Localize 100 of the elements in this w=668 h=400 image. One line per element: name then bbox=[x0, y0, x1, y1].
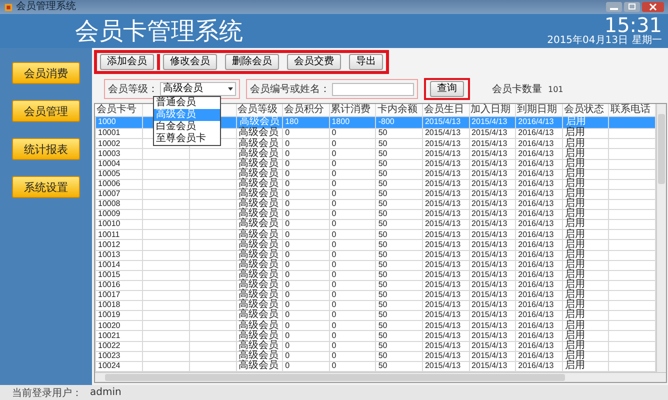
table-cell: 50 bbox=[376, 179, 422, 190]
table-cell: 2015/4/13 bbox=[469, 189, 516, 200]
close-icon[interactable] bbox=[642, 2, 664, 12]
table-cell: 10016 bbox=[96, 280, 142, 290]
table-cell: 10010 bbox=[96, 220, 142, 230]
table-cell: 0 bbox=[329, 300, 376, 311]
level-dropdown[interactable]: 高级会员 bbox=[160, 82, 236, 96]
table-cell: 50 bbox=[376, 310, 422, 321]
table-cell: 50 bbox=[376, 128, 422, 139]
toolbar-button[interactable]: 删除会员 bbox=[225, 54, 279, 70]
table-cell: 启用 bbox=[562, 310, 609, 321]
table-cell: 10015 bbox=[96, 270, 142, 280]
table-cell: 1800 bbox=[329, 116, 376, 129]
table-cell: 50 bbox=[376, 220, 422, 230]
toolbar-button[interactable]: 修改会员 bbox=[163, 54, 217, 70]
table-cell: 50 bbox=[376, 270, 422, 280]
table-cell: 2015/4/13 bbox=[422, 210, 470, 220]
table-cell: 0 bbox=[282, 300, 330, 311]
column-header: 会员积分 bbox=[282, 104, 330, 116]
vertical-scrollbar[interactable] bbox=[656, 104, 666, 372]
table-cell: 2016/4/13 bbox=[516, 260, 562, 270]
table-cell: 高级会员 bbox=[236, 189, 283, 200]
column-header: 加入日期 bbox=[469, 104, 516, 116]
table-cell: 10017 bbox=[96, 290, 142, 301]
nav-button[interactable]: 会员消费 bbox=[12, 62, 80, 84]
table-cell: 2016/4/13 bbox=[516, 320, 562, 331]
table-cell: 2016/4/13 bbox=[516, 199, 562, 210]
horizontal-scrollbar[interactable] bbox=[95, 372, 666, 382]
table-cell: 2015/4/13 bbox=[422, 270, 470, 280]
table-cell: 0 bbox=[282, 230, 330, 240]
table-cell: 50 bbox=[376, 189, 422, 200]
table-cell: 50 bbox=[376, 138, 422, 149]
toolbar-button[interactable]: 导出 bbox=[349, 54, 383, 70]
toolbar-button[interactable]: 会员交费 bbox=[287, 54, 341, 70]
app-title: 会员卡管理系统 bbox=[75, 16, 243, 47]
table-cell: 0 bbox=[282, 341, 330, 352]
table-cell: 0 bbox=[329, 128, 376, 139]
table-cell: 10005 bbox=[96, 169, 142, 180]
table-cell: 2015/4/13 bbox=[422, 169, 470, 180]
table-cell: 2016/4/13 bbox=[516, 240, 562, 250]
table-cell: 2016/4/13 bbox=[516, 330, 562, 342]
table-cell: 高级会员 bbox=[236, 138, 283, 149]
table-cell: 2015/4/13 bbox=[422, 240, 470, 250]
search-field[interactable] bbox=[332, 82, 414, 96]
nav-button[interactable]: 系统设置 bbox=[12, 176, 80, 198]
column-header: 会员卡号 bbox=[96, 104, 142, 116]
table-cell: 10006 bbox=[96, 179, 142, 190]
table-cell: 2015/4/13 bbox=[422, 116, 470, 129]
table-cell: 50 bbox=[376, 260, 422, 270]
table-cell: 0 bbox=[282, 320, 330, 331]
table-cell: 0 bbox=[329, 341, 376, 352]
table-row[interactable]: 10020 高级会员 0 0 50 2015/4/13 2015/4/13 2016/4/13 启用 bbox=[96, 320, 656, 331]
search-label: 会员编号或姓名： bbox=[250, 82, 330, 96]
table-cell: 2016/4/13 bbox=[516, 310, 562, 321]
minimize-icon[interactable] bbox=[606, 2, 622, 12]
table-cell: 0 bbox=[282, 179, 330, 190]
toolbar-button[interactable]: 添加会员 bbox=[100, 54, 154, 70]
table-cell: 0 bbox=[329, 148, 376, 160]
table-cell: 10011 bbox=[96, 230, 142, 240]
table-cell: 0 bbox=[282, 240, 330, 250]
table-cell: 高级会员 bbox=[236, 280, 283, 290]
table-cell: 2015/4/13 bbox=[469, 169, 516, 180]
nav-button[interactable]: 统计报表 bbox=[12, 138, 80, 160]
table-cell: 2015/4/13 bbox=[469, 300, 516, 311]
table-cell: 50 bbox=[376, 330, 422, 342]
table-cell: 高级会员 bbox=[236, 230, 283, 240]
table-cell: 0 bbox=[329, 220, 376, 230]
table-cell: 2015/4/13 bbox=[469, 159, 516, 170]
table-cell: 1000 bbox=[96, 116, 142, 129]
table-cell: 高级会员 bbox=[236, 351, 283, 362]
dropdown-option[interactable]: 普通会员 bbox=[154, 97, 220, 109]
table-row[interactable]: 10011 高级会员 0 0 50 2015/4/13 2015/4/13 2016/4/13 启用 bbox=[96, 230, 656, 240]
table-cell: 高级会员 bbox=[236, 148, 283, 160]
table-cell: 2015/4/13 bbox=[422, 341, 470, 352]
table-cell: 2015/4/13 bbox=[469, 116, 516, 129]
table-cell: 0 bbox=[282, 280, 330, 290]
query-button[interactable]: 查询 bbox=[430, 81, 464, 97]
nav-button[interactable]: 会员管理 bbox=[12, 100, 80, 122]
table-cell: 2015/4/13 bbox=[469, 199, 516, 210]
table-cell: 10013 bbox=[96, 250, 142, 260]
table-cell: 0 bbox=[282, 330, 330, 342]
table-cell: 2016/4/13 bbox=[516, 341, 562, 352]
table-cell: 0 bbox=[329, 310, 376, 321]
caret-icon bbox=[228, 87, 233, 91]
level-label: 会员等级： bbox=[108, 83, 158, 96]
table-cell: 2015/4/13 bbox=[422, 280, 470, 290]
maximize-icon[interactable] bbox=[624, 2, 640, 12]
table-cell: 0 bbox=[282, 159, 330, 170]
table-cell: 启用 bbox=[562, 320, 609, 331]
table-cell: 2015/4/13 bbox=[469, 210, 516, 220]
table-cell: 10001 bbox=[96, 128, 142, 139]
table-cell: 10022 bbox=[96, 341, 142, 352]
table-cell: 启用 bbox=[562, 128, 609, 139]
table-cell: 10002 bbox=[96, 138, 142, 149]
table-cell: 0 bbox=[329, 351, 376, 362]
table-row[interactable]: 10019 高级会员 0 0 50 2015/4/13 2015/4/13 2016/4/13 启用 bbox=[96, 310, 656, 321]
table-row[interactable]: 10010 高级会员 0 0 50 2015/4/13 2015/4/13 2016/4/13 启用 bbox=[96, 220, 656, 230]
table-cell: 2015/4/13 bbox=[422, 250, 470, 260]
table-cell: 2015/4/13 bbox=[469, 341, 516, 352]
table-cell: 0 bbox=[329, 189, 376, 200]
